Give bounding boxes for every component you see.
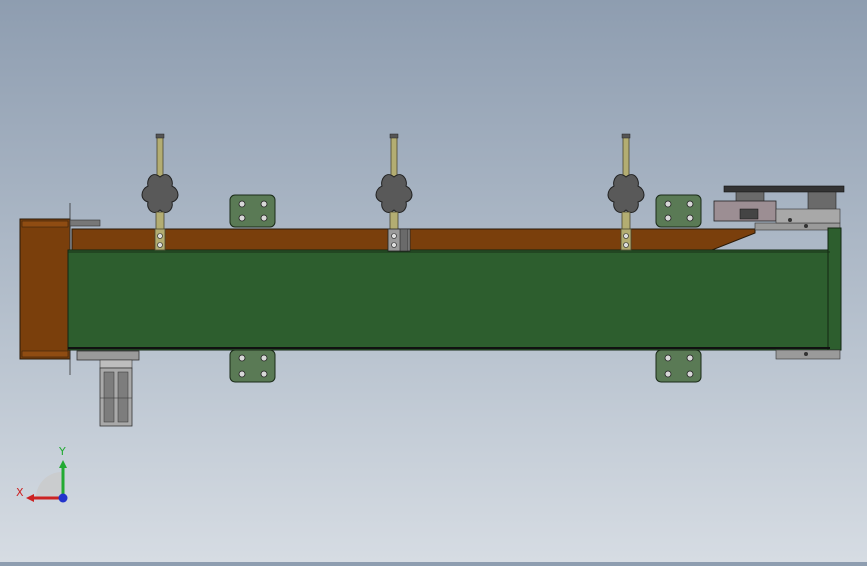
mounting-bracket-bottom-2 xyxy=(655,349,702,383)
cad-viewport[interactable]: X Y xyxy=(0,0,867,562)
conveyor-model-view: X Y xyxy=(16,133,845,503)
lower-right-support xyxy=(775,349,841,360)
triad-plane xyxy=(36,472,62,498)
z-axis-dot xyxy=(58,493,68,503)
cylinder-actuator xyxy=(76,350,140,427)
mounting-bracket-top-2 xyxy=(655,194,702,228)
drive-pulley-assembly xyxy=(713,185,845,228)
side-rail xyxy=(71,222,841,251)
x-axis-label: X xyxy=(16,486,24,499)
axis-triad: X Y xyxy=(16,445,68,503)
y-axis-label: Y xyxy=(58,445,66,458)
mounting-bracket-bottom-1 xyxy=(229,349,276,383)
mounting-bracket-top-1 xyxy=(229,194,276,228)
